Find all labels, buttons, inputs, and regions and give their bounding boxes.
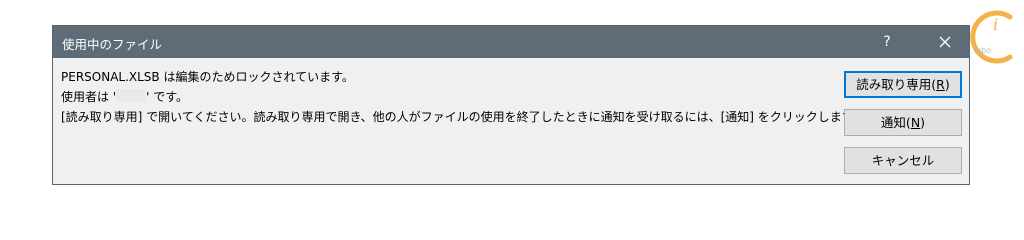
message-line-instructions: [読み取り専用] で開いてください。読み取り専用で開き、他の人がファイルの使用を…: [61, 110, 865, 124]
user-suffix: ' です。: [146, 90, 189, 104]
logo-text: labo: [974, 46, 991, 55]
redacted-user-name: [116, 89, 147, 102]
help-button[interactable]: ?: [875, 31, 899, 53]
close-button[interactable]: [931, 31, 959, 53]
close-icon: [939, 36, 951, 48]
notify-label-close: ): [920, 115, 926, 130]
message-text: PERSONAL.XLSB は編集のためロックされています。 使用者は ' ' で…: [61, 67, 865, 127]
svg-text:i: i: [993, 15, 998, 34]
read-only-label-close: ): [944, 77, 950, 92]
user-label: 使用者は ': [61, 90, 117, 104]
dialog-title: 使用中のファイル: [62, 37, 163, 52]
notify-button[interactable]: 通知(N): [844, 109, 962, 136]
read-only-access-key: R: [936, 77, 945, 92]
brand-logo: i labo: [962, 7, 1018, 65]
file-in-use-dialog: 使用中のファイル ? PERSONAL.XLSB は編集のためロックされています…: [52, 25, 970, 185]
notify-label: 通知(: [880, 115, 911, 130]
title-bar[interactable]: 使用中のファイル ?: [53, 26, 969, 58]
logo-mark: i labo: [970, 10, 1013, 64]
read-only-label: 読み取り専用(: [856, 77, 937, 92]
notify-access-key: N: [910, 115, 921, 130]
read-only-button[interactable]: 読み取り専用(R): [844, 71, 962, 98]
message-line-locked: PERSONAL.XLSB は編集のためロックされています。: [61, 70, 354, 84]
cancel-button[interactable]: キャンセル: [844, 147, 962, 174]
message-line-user: 使用者は ' ' です。: [61, 87, 865, 107]
